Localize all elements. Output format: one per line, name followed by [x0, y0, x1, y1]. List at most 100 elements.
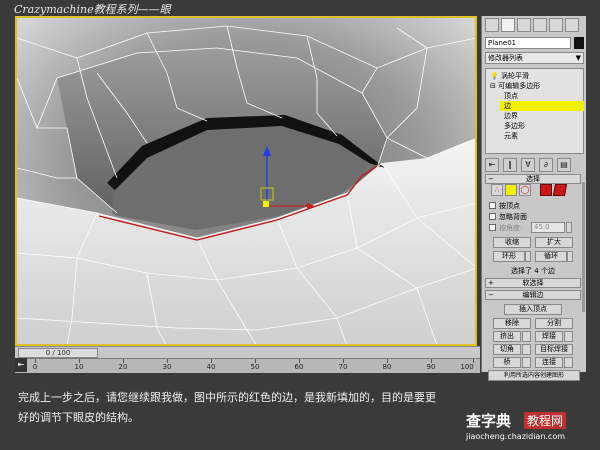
- modify-tab-icon[interactable]: [501, 18, 515, 32]
- caption-line-1: 完成上一步之后，请您继续跟我做，图中所示的红色的边，是我新填加的，目的是要更: [18, 391, 436, 404]
- hierarchy-tab-icon[interactable]: [517, 18, 531, 32]
- motion-tab-icon[interactable]: [533, 18, 547, 32]
- ring-spinner[interactable]: [525, 251, 531, 262]
- modifier-stack[interactable]: 💡 涡轮平滑 ⊟ 可编辑多边形 顶点 边 边界 多边形 元素: [485, 68, 584, 154]
- ignore-backfacing-checkbox[interactable]: [489, 213, 496, 220]
- display-tab-icon[interactable]: [549, 18, 563, 32]
- panel-scrollbar[interactable]: [582, 182, 585, 312]
- lightbulb-icon: 💡: [490, 72, 499, 80]
- soft-selection-rollout-header[interactable]: + 软选择: [485, 278, 581, 288]
- extrude-settings-button[interactable]: [522, 331, 531, 342]
- expand-icon: +: [488, 279, 494, 287]
- bridge-settings-button[interactable]: [522, 357, 531, 368]
- watermark-sub: 教程网: [524, 412, 567, 429]
- object-name-field[interactable]: Plane01: [485, 37, 571, 49]
- watermark-brand: 查字典: [466, 412, 512, 430]
- modifier-list-label: 修改器列表: [488, 54, 523, 62]
- chevron-down-icon: ▼: [575, 54, 581, 62]
- show-end-result-icon[interactable]: ‖: [503, 158, 517, 172]
- ruler-label: 20: [118, 363, 128, 371]
- edge-mode-icon[interactable]: [505, 184, 517, 196]
- ring-button[interactable]: 环形: [493, 251, 525, 262]
- weld-settings-button[interactable]: [564, 331, 573, 342]
- by-vertex-label: 按顶点: [499, 202, 520, 210]
- selection-rollout: ∴ ◯ 按顶点 忽略背面 按角度: 45.0 收缩 扩大 环形 循环 选择了 4…: [485, 184, 581, 276]
- rollout-title: 软选择: [522, 279, 544, 287]
- ruler-label: 90: [426, 363, 436, 371]
- collapse-icon: −: [488, 175, 494, 183]
- ruler-label: 70: [338, 363, 348, 371]
- utilities-tab-icon[interactable]: [565, 18, 579, 32]
- configure-sets-icon[interactable]: ▤: [557, 158, 571, 172]
- watermark-logo: 查字典 教程网 jiaocheng.chazidian.com: [466, 410, 586, 448]
- stack-item-vertex[interactable]: 顶点: [504, 91, 518, 101]
- edit-edges-rollout-header[interactable]: − 编辑边: [485, 290, 581, 300]
- by-angle-label: 按角度:: [499, 224, 523, 232]
- angle-input[interactable]: 45.0: [531, 222, 565, 233]
- target-weld-button[interactable]: 目标焊接: [535, 344, 573, 355]
- rollout-title: 编辑边: [522, 291, 544, 299]
- by-angle-checkbox[interactable]: [489, 224, 496, 231]
- modifier-list-dropdown[interactable]: 修改器列表 ▼: [485, 52, 584, 64]
- stack-item-editable-poly[interactable]: ⊟ 可编辑多边形: [490, 81, 540, 91]
- chamfer-button[interactable]: 切角: [493, 344, 521, 355]
- ruler-label: 60: [294, 363, 304, 371]
- grow-button[interactable]: 扩大: [535, 237, 573, 248]
- insert-vertex-button[interactable]: 插入顶点: [504, 304, 562, 315]
- create-shape-button[interactable]: 利用所选内容创建图形: [488, 370, 580, 381]
- selection-status: 选择了 4 个边: [511, 267, 555, 275]
- eye-mesh: [17, 18, 475, 344]
- command-tabs: [482, 16, 586, 34]
- ignore-backfacing-label: 忽略背面: [499, 213, 527, 221]
- border-mode-icon[interactable]: ◯: [519, 184, 531, 196]
- angle-spinner[interactable]: [566, 222, 572, 233]
- page-title: Crazymachine教程系列——眼: [14, 3, 171, 16]
- ruler-label: 100: [460, 363, 474, 371]
- element-mode-icon[interactable]: [552, 184, 568, 196]
- title-bar: Crazymachine教程系列——眼: [0, 0, 600, 16]
- shrink-button[interactable]: 收缩: [493, 237, 531, 248]
- stack-item-polygon[interactable]: 多边形: [504, 121, 525, 131]
- connect-settings-button[interactable]: [564, 357, 573, 368]
- create-tab-icon[interactable]: [485, 18, 499, 32]
- stack-item-border[interactable]: 边界: [504, 111, 518, 121]
- remove-modifier-icon[interactable]: ∂: [539, 158, 553, 172]
- connect-button[interactable]: 连接: [535, 357, 563, 368]
- key-mode-icon[interactable]: ⇤: [15, 358, 27, 372]
- watermark-url: jiaocheng.chazidian.com: [466, 432, 566, 441]
- ruler-label: 50: [250, 363, 260, 371]
- stack-item-label: 涡轮平滑: [500, 72, 529, 80]
- ruler-label: 10: [74, 363, 84, 371]
- collapse-icon: ⊟: [490, 82, 496, 90]
- vertex-mode-icon[interactable]: ∴: [491, 184, 503, 196]
- by-vertex-checkbox[interactable]: [489, 202, 496, 209]
- stack-toolbar: ⇤ ‖ ∀ ∂ ▤: [485, 158, 584, 172]
- weld-button[interactable]: 焊接: [535, 331, 563, 342]
- command-panel: Plane01 修改器列表 ▼ 💡 涡轮平滑 ⊟ 可编辑多边形 顶点 边 边界 …: [481, 16, 586, 381]
- rollout-title: 选择: [526, 175, 540, 183]
- ruler-label: 80: [382, 363, 392, 371]
- bridge-button[interactable]: 桥: [493, 357, 521, 368]
- stack-item-turbosmooth[interactable]: 💡 涡轮平滑: [490, 71, 529, 81]
- loop-spinner[interactable]: [567, 251, 573, 262]
- time-slider[interactable]: 0 / 100: [18, 348, 98, 358]
- split-button[interactable]: 分割: [535, 318, 573, 329]
- ruler-label: 30: [162, 363, 172, 371]
- chamfer-settings-button[interactable]: [522, 344, 531, 355]
- extrude-button[interactable]: 挤出: [493, 331, 521, 342]
- stack-item-edge[interactable]: 边: [500, 101, 584, 111]
- polygon-mode-icon[interactable]: [540, 184, 552, 196]
- perspective-viewport[interactable]: [15, 16, 477, 346]
- ruler-label: 40: [206, 363, 216, 371]
- collapse-icon: −: [488, 291, 494, 299]
- ruler-label: 0: [32, 363, 38, 371]
- object-color-swatch[interactable]: [574, 37, 584, 49]
- loop-button[interactable]: 循环: [535, 251, 567, 262]
- make-unique-icon[interactable]: ∀: [521, 158, 535, 172]
- timeline-ruler[interactable]: 0 10 20 30 40 50 60 70 80 90 100: [15, 358, 480, 373]
- pin-stack-icon[interactable]: ⇤: [485, 158, 499, 172]
- remove-button[interactable]: 移除: [493, 318, 531, 329]
- stack-item-label: 可编辑多边形: [498, 82, 541, 90]
- stack-item-element[interactable]: 元素: [504, 131, 518, 141]
- selection-rollout-header[interactable]: − 选择: [485, 174, 581, 184]
